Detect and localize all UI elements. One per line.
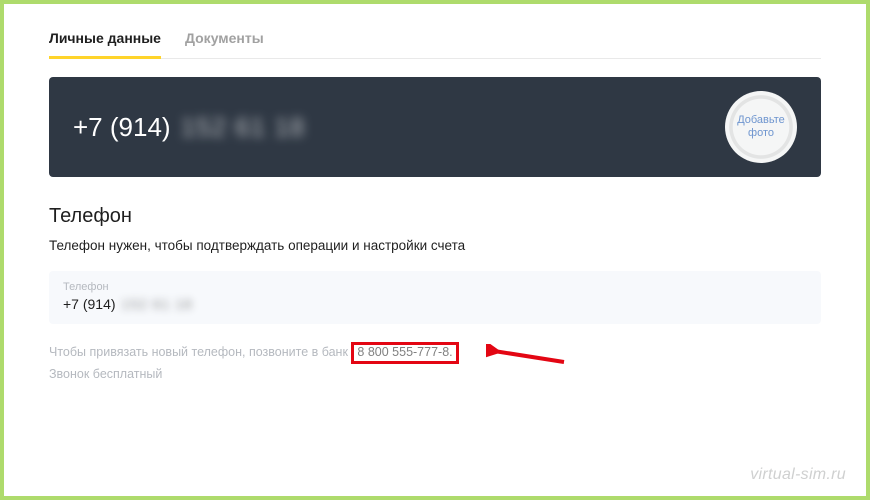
tabs: Личные данные Документы: [49, 24, 821, 59]
settings-page: Личные данные Документы +7 (914) 152 61 …: [4, 4, 866, 385]
help-line2-text: Звонок бесплатный: [49, 367, 162, 381]
section-description: Телефон нужен, чтобы подтверждать операц…: [49, 238, 821, 253]
phone-value-rest-blurred: 152 61 18: [122, 296, 193, 312]
section-title-phone: Телефон: [49, 205, 821, 228]
hero-phone-prefix: +7 (914): [73, 112, 171, 143]
phone-field-label: Телефон: [63, 281, 807, 293]
tab-personal-data[interactable]: Личные данные: [49, 24, 161, 58]
phone-field-value: +7 (914) 152 61 18: [63, 296, 807, 312]
help-text: Чтобы привязать новый телефон, позвоните…: [49, 342, 821, 385]
hero-phone-number: +7 (914) 152 61 18: [73, 112, 305, 143]
tab-documents[interactable]: Документы: [185, 24, 264, 58]
phone-value-prefix: +7 (914): [63, 296, 116, 312]
arrow-annotation-icon: [486, 344, 566, 366]
phone-field-box[interactable]: Телефон +7 (914) 152 61 18: [49, 271, 821, 324]
support-phone-highlight: 8 800 555-777-8.: [351, 342, 458, 364]
avatar-line1: Добавьте: [737, 114, 785, 127]
help-line1-text: Чтобы привязать новый телефон, позвоните…: [49, 345, 351, 359]
watermark: virtual-sim.ru: [750, 466, 846, 484]
add-photo-button[interactable]: Добавьте фото: [725, 91, 797, 163]
profile-hero: +7 (914) 152 61 18 Добавьте фото: [49, 77, 821, 177]
avatar-line2: фото: [748, 127, 774, 140]
hero-phone-rest-blurred: 152 61 18: [181, 112, 306, 143]
